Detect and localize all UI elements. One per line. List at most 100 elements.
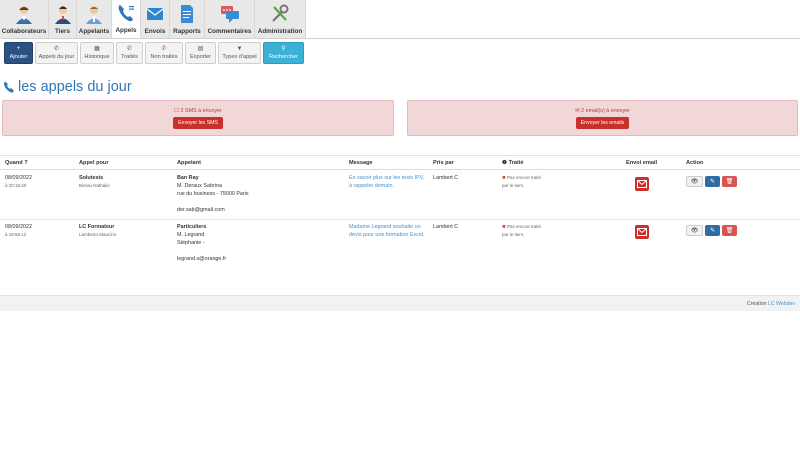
- button-label: Rechercher: [269, 53, 298, 60]
- pencil-icon: ✎: [709, 179, 716, 185]
- nav-item-administration[interactable]: Administration: [255, 0, 306, 38]
- button-label: Traités: [121, 53, 138, 60]
- row-when: 08/09/2022 à 20:16:40: [5, 174, 32, 190]
- tiers-icon: [53, 4, 73, 24]
- row-when: 08/09/2022 à 18:58:12: [5, 223, 32, 239]
- footer: Création LC Webdev: [0, 295, 800, 311]
- phone-icon: ✆: [161, 45, 167, 52]
- taken-by: Lambert C: [433, 224, 459, 230]
- caller-address: rue du business - 75000 Paris: [177, 191, 249, 197]
- page-title: les appels du jour: [3, 79, 132, 95]
- callers-icon: [84, 4, 104, 24]
- search-icon: ⚲: [281, 45, 286, 52]
- eye-icon: 👁: [690, 228, 699, 234]
- col-message[interactable]: Message: [349, 160, 373, 166]
- row-call-for: Solutests Bireau Nathalie: [79, 174, 110, 190]
- col-envoi-email[interactable]: Envoi email: [626, 160, 657, 166]
- caller-person: M. Legrand: [177, 232, 205, 238]
- row-caller: Ban Ray M. Deraux Sabrina rue du busines…: [177, 174, 249, 214]
- trash-icon: 🗑: [725, 179, 734, 185]
- email-count-text: 2 email(s) à envoyer: [581, 107, 630, 114]
- nav-item-rapports[interactable]: Rapports: [170, 0, 205, 38]
- x-icon: ✖: [502, 175, 506, 180]
- nav-item-tiers[interactable]: Tiers: [49, 0, 77, 38]
- taken-by: Lambert C: [433, 175, 459, 181]
- edit-button[interactable]: ✎: [705, 225, 720, 236]
- table-row: 08/09/2022 à 20:16:40 Solutests Bireau N…: [0, 171, 800, 220]
- email-icon: ✉: [575, 107, 580, 114]
- button-label: Non traités: [150, 53, 178, 60]
- nav-item-collaborateurs[interactable]: Collaborateurs: [0, 0, 49, 38]
- footer-prefix: Création: [746, 301, 768, 307]
- col-appel-pour[interactable]: Appel pour: [79, 160, 109, 166]
- nav-label: Collaborateurs: [1, 28, 47, 35]
- comments-icon: [220, 4, 240, 24]
- send-emails-button[interactable]: Envoyer les emails: [575, 116, 630, 129]
- nav-label: Appelants: [78, 28, 110, 35]
- delete-button[interactable]: 🗑: [722, 176, 737, 187]
- info-icon: ❶: [502, 160, 508, 166]
- search-button[interactable]: ⚲ Rechercher: [263, 42, 304, 64]
- row-call-for: LC Formateur Lamberto Maurizio: [79, 223, 116, 239]
- col-traite-label: Traité: [508, 160, 524, 166]
- calls-phone-icon: [116, 3, 136, 23]
- export-icon: ▤: [197, 45, 204, 52]
- add-call-button[interactable]: + Ajouter: [4, 42, 33, 64]
- call-message[interactable]: Madame Legrand souhaite un devis pour un…: [349, 223, 427, 239]
- status-text-2: par le tiers.: [502, 232, 525, 237]
- x-icon: ✖: [502, 224, 506, 229]
- caller-email[interactable]: der.sab@gmail.com: [177, 206, 249, 214]
- nav-item-appels[interactable]: Appels: [112, 0, 141, 38]
- caller-email[interactable]: legrand.s@orange.fr: [177, 255, 226, 263]
- call-time: à 18:58:12: [5, 232, 27, 237]
- nav-label: Appels: [115, 27, 137, 34]
- send-email-button[interactable]: [635, 177, 649, 191]
- send-email-button[interactable]: [635, 225, 649, 239]
- button-label: Historique: [84, 53, 110, 60]
- footer-credit: Création LC Webdev: [747, 301, 795, 307]
- history-button[interactable]: ▦ Historique: [80, 42, 114, 64]
- envelope-icon: [637, 180, 647, 188]
- col-traite[interactable]: ❶ Traité: [502, 160, 524, 166]
- call-message[interactable]: En savoir plus sur les tests IPV, à rapp…: [349, 174, 427, 190]
- call-date: 08/09/2022: [5, 224, 32, 230]
- call-types-button[interactable]: ▼ Types d'appel: [218, 42, 261, 64]
- col-appelant[interactable]: Appelant: [177, 160, 201, 166]
- col-quand[interactable]: Quand ?: [5, 160, 28, 166]
- footer-link[interactable]: LC Webdev: [768, 301, 795, 307]
- phone-icon: [4, 81, 14, 93]
- export-button[interactable]: ▤ Exporter: [185, 42, 216, 64]
- processed-button[interactable]: ✆ Traités: [116, 42, 143, 64]
- send-sms-button[interactable]: Envoyer les SMS: [173, 116, 223, 129]
- nav-label: Commentaires: [207, 28, 252, 35]
- view-button[interactable]: 👁: [686, 225, 703, 236]
- report-icon: [177, 4, 197, 24]
- unprocessed-button[interactable]: ✆ Non traités: [145, 42, 183, 64]
- view-button[interactable]: 👁: [686, 176, 703, 187]
- calls-today-button[interactable]: ✆ Appels du jour: [35, 42, 78, 64]
- contact-name: Lamberto Maurizio: [79, 232, 117, 237]
- delete-button[interactable]: 🗑: [722, 225, 737, 236]
- col-action[interactable]: Action: [686, 160, 703, 166]
- table-row: 08/09/2022 à 18:58:12 LC Formateur Lambe…: [0, 220, 800, 269]
- pencil-icon: ✎: [709, 228, 716, 234]
- calls-table-header: Quand ? Appel pour Appelant Message Pris…: [0, 155, 800, 170]
- calls-toolbar: + Ajouter ✆ Appels du jour ▦ Historique …: [4, 42, 304, 64]
- nav-item-commentaires[interactable]: Commentaires: [205, 0, 255, 38]
- button-label: Appels du jour: [38, 53, 75, 60]
- sms-icon: ☐: [174, 107, 179, 114]
- caller-address: Stéphanie -: [177, 240, 205, 246]
- edit-button[interactable]: ✎: [705, 176, 720, 187]
- nav-label: Rapports: [173, 28, 201, 35]
- company-name: Solutests: [79, 175, 104, 181]
- status-text-2: par le tiers.: [502, 183, 525, 188]
- company-name: LC Formateur: [79, 224, 115, 230]
- button-label: Exporter: [189, 53, 212, 60]
- nav-item-envois[interactable]: Envois: [141, 0, 170, 38]
- nav-item-appelants[interactable]: Appelants: [77, 0, 112, 38]
- status-text: Pas encore traité: [507, 175, 542, 180]
- contact-name: Bireau Nathalie: [79, 183, 110, 188]
- col-pris-par[interactable]: Pris par: [433, 160, 454, 166]
- nav-label: Envois: [144, 28, 166, 35]
- email-alert: ✉ 2 email(s) à envoyer Envoyer les email…: [407, 100, 798, 136]
